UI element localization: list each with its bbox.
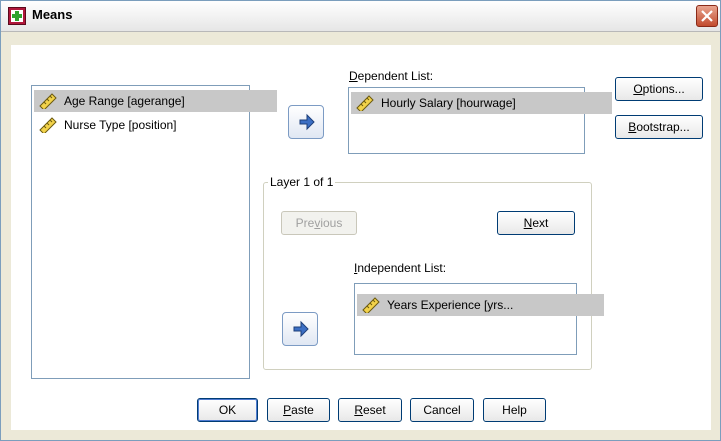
title-bar[interactable]: Means: [1, 1, 720, 32]
previous-button[interactable]: Previous: [281, 211, 357, 235]
close-icon: [701, 10, 713, 22]
window-title: Means: [32, 7, 73, 22]
list-item-hourly-salary[interactable]: Hourly Salary [hourwage]: [351, 92, 612, 114]
dependent-list-label: Dependent List:: [349, 69, 434, 83]
list-item-label: Years Experience [yrs...: [387, 298, 514, 312]
scale-ruler-icon: [362, 297, 380, 313]
arrow-right-icon: [293, 320, 309, 338]
independent-list-label: Independent List:: [354, 261, 447, 275]
scale-ruler-icon: [39, 93, 57, 109]
spss-app-icon: [8, 7, 26, 25]
arrow-right-icon: [299, 113, 315, 131]
list-item-label: Age Range [agerange]: [64, 94, 185, 108]
scale-ruler-icon: [356, 95, 374, 111]
list-item-age-range[interactable]: Age Range [agerange]: [34, 90, 277, 112]
layer-legend: Layer 1 of 1: [268, 175, 336, 189]
move-to-dependent-button[interactable]: [288, 105, 324, 139]
bootstrap-button[interactable]: Bootstrap...: [615, 115, 703, 139]
reset-button[interactable]: Reset: [338, 398, 402, 422]
cancel-button[interactable]: Cancel: [410, 398, 474, 422]
scale-ruler-icon: [39, 117, 57, 133]
dependent-list[interactable]: Hourly Salary [hourwage]: [348, 87, 612, 154]
close-button[interactable]: [696, 5, 718, 27]
list-item-years-experience[interactable]: Years Experience [yrs...: [357, 294, 604, 316]
help-button[interactable]: Help: [483, 398, 546, 422]
independent-list[interactable]: Years Experience [yrs...: [354, 283, 604, 355]
next-button[interactable]: Next: [497, 211, 575, 235]
dialog-body: Age Range [agerange] Nurse Type [positio…: [11, 45, 711, 430]
options-button[interactable]: Options...: [615, 77, 703, 101]
move-to-independent-button[interactable]: [282, 312, 318, 346]
means-dialog: Means Age Range [agerange] Nurse Type [p…: [0, 0, 721, 441]
list-item-nurse-type[interactable]: Nurse Type [position]: [34, 114, 277, 136]
source-variable-list[interactable]: Age Range [agerange] Nurse Type [positio…: [31, 85, 277, 379]
ok-button[interactable]: OK: [197, 398, 258, 422]
paste-button[interactable]: Paste: [267, 398, 330, 422]
list-item-label: Hourly Salary [hourwage]: [381, 96, 516, 110]
list-item-label: Nurse Type [position]: [64, 118, 177, 132]
